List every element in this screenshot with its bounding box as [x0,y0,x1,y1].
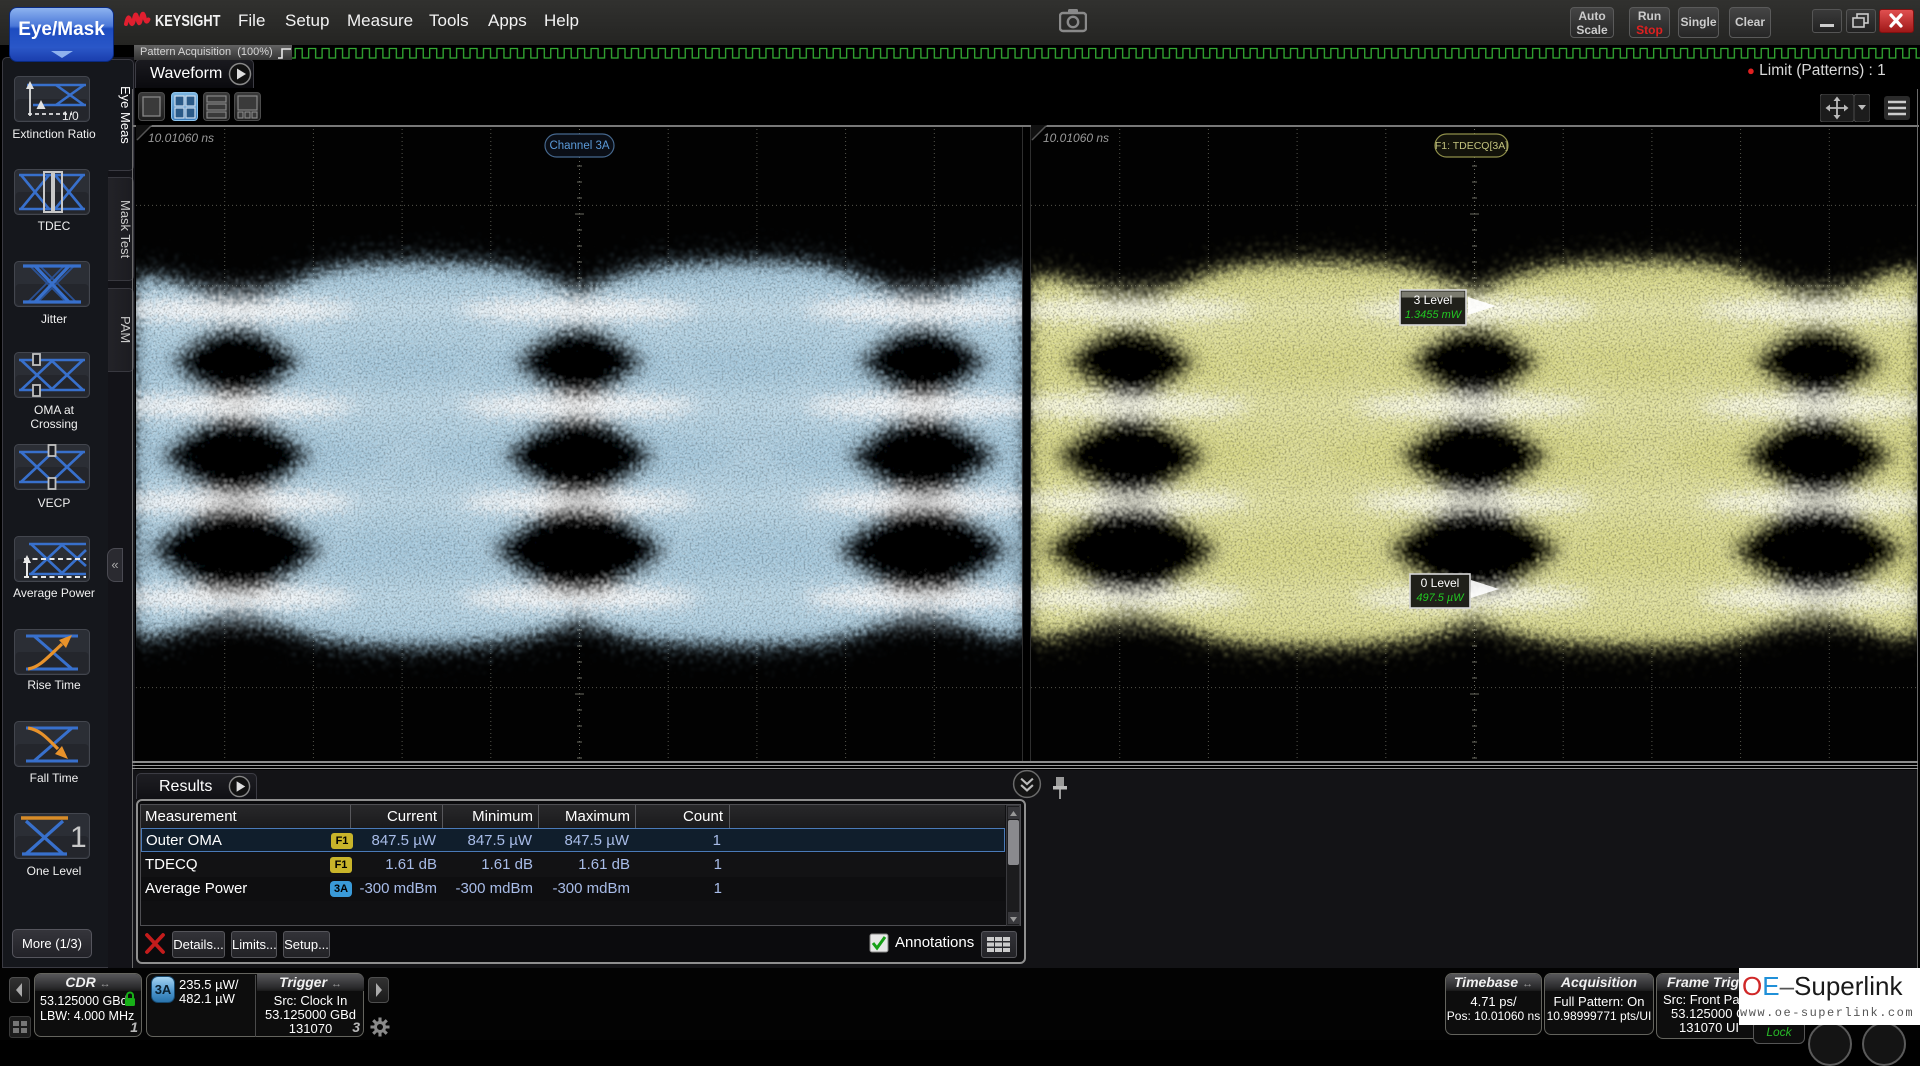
svg-text:497.5 µW: 497.5 µW [1416,592,1465,604]
svg-text:1.3455 mW: 1.3455 mW [1405,309,1463,321]
svg-text:3 Level: 3 Level [1414,293,1453,307]
svg-text:F1: TDECQ[3A]: F1: TDECQ[3A] [1435,140,1508,152]
svg-text:0 Level: 0 Level [1421,576,1460,590]
svg-text:1: 1 [70,821,87,854]
svg-text:1/0: 1/0 [62,109,79,122]
svg-text:Channel 3A: Channel 3A [549,140,609,152]
